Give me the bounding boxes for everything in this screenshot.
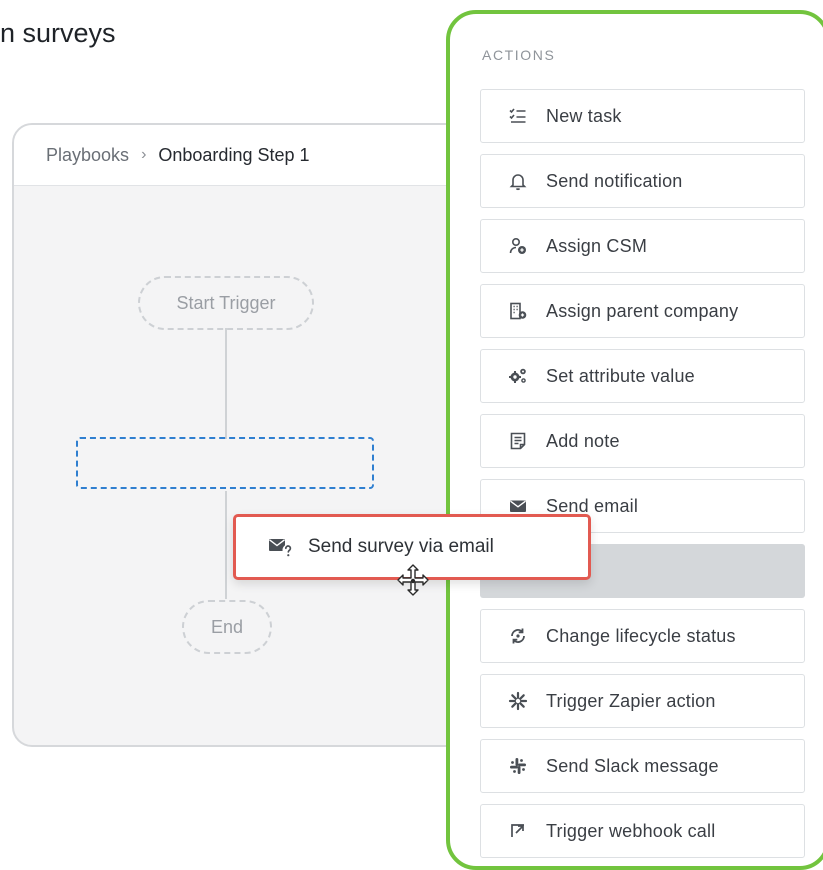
breadcrumb-playbooks-link[interactable]: Playbooks bbox=[46, 145, 129, 166]
action-label: New task bbox=[546, 105, 622, 126]
actions-panel-title: ACTIONS bbox=[482, 47, 556, 63]
end-node[interactable]: End bbox=[182, 600, 272, 654]
breadcrumb-separator: › bbox=[141, 146, 147, 163]
breadcrumb-current: Onboarding Step 1 bbox=[158, 144, 310, 165]
action-send-slack-message[interactable]: Send Slack message bbox=[480, 739, 805, 793]
move-cursor-icon bbox=[397, 564, 429, 596]
action-add-note[interactable]: Add note bbox=[480, 414, 805, 468]
cycle-icon bbox=[506, 624, 530, 648]
flow-connector bbox=[225, 328, 227, 439]
survey-email-icon bbox=[268, 535, 294, 559]
gears-icon bbox=[506, 364, 530, 388]
flow-connector bbox=[225, 491, 227, 599]
zapier-icon bbox=[506, 689, 530, 713]
action-label: Change lifecycle status bbox=[546, 625, 736, 646]
start-trigger-node[interactable]: Start Trigger bbox=[138, 276, 314, 330]
action-label: Trigger Zapier action bbox=[546, 690, 716, 711]
action-label: Set attribute value bbox=[546, 365, 695, 386]
action-label: Assign parent company bbox=[546, 300, 739, 321]
dragged-action-label: Send survey via email bbox=[308, 536, 494, 557]
assign-user-icon bbox=[506, 234, 530, 258]
action-label: Add note bbox=[546, 430, 620, 451]
action-label: Send Slack message bbox=[546, 755, 719, 776]
bell-icon bbox=[506, 169, 530, 193]
webhook-icon bbox=[506, 819, 530, 843]
action-change-lifecycle-status[interactable]: Change lifecycle status bbox=[480, 609, 805, 663]
action-set-attribute-value[interactable]: Set attribute value bbox=[480, 349, 805, 403]
action-label: Trigger webhook call bbox=[546, 820, 716, 841]
building-icon bbox=[506, 299, 530, 323]
slack-icon bbox=[506, 754, 530, 778]
action-assign-parent-company[interactable]: Assign parent company bbox=[480, 284, 805, 338]
actions-panel: ACTIONS New task Send notification Assig… bbox=[446, 10, 823, 870]
action-label: Assign CSM bbox=[546, 235, 648, 256]
drop-zone[interactable] bbox=[76, 437, 374, 489]
note-icon bbox=[506, 429, 530, 453]
action-send-notification[interactable]: Send notification bbox=[480, 154, 805, 208]
action-new-task[interactable]: New task bbox=[480, 89, 805, 143]
action-trigger-zapier[interactable]: Trigger Zapier action bbox=[480, 674, 805, 728]
task-list-icon bbox=[506, 104, 530, 128]
action-label: Send notification bbox=[546, 170, 683, 191]
action-assign-csm[interactable]: Assign CSM bbox=[480, 219, 805, 273]
page-heading: n surveys bbox=[0, 18, 116, 48]
